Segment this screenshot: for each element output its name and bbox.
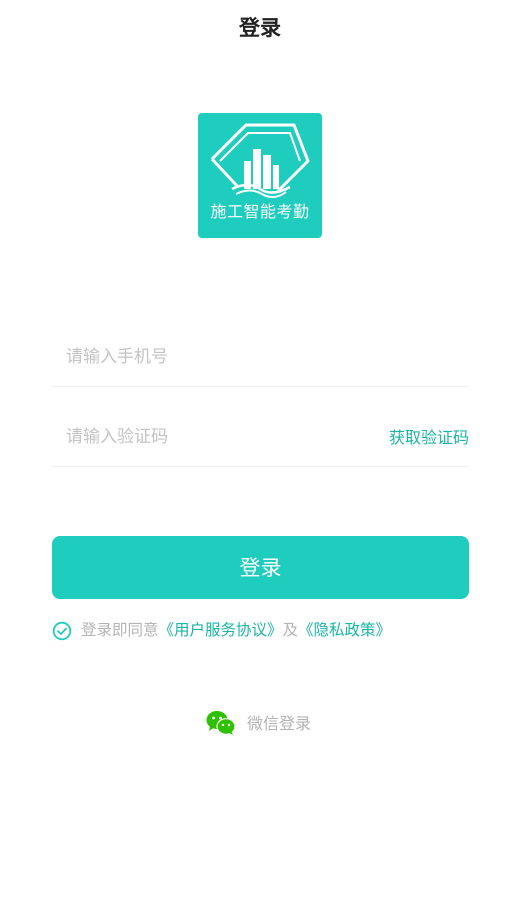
page-title: 登录 (239, 16, 281, 40)
logo-caption: 施工智能考勤 (210, 202, 310, 221)
wechat-login-button[interactable]: 微信登录 (206, 709, 326, 739)
check-circle-icon[interactable] (52, 621, 72, 641)
agreement-prefix: 登录即同意 (81, 621, 159, 639)
verification-code-field: 获取验证码 (52, 406, 469, 467)
get-code-button[interactable]: 获取验证码 (389, 426, 469, 450)
app-logo: 施工智能考勤 (198, 113, 322, 238)
agreement-row: 登录即同意《用户服务协议》及《隐私政策》 (52, 618, 472, 642)
phone-input[interactable] (66, 342, 366, 372)
wechat-icon (206, 711, 236, 735)
terms-link[interactable]: 《用户服务协议》 (159, 621, 283, 639)
phone-field (52, 326, 469, 387)
wechat-login-label: 微信登录 (247, 714, 312, 733)
login-button[interactable]: 登录 (52, 536, 469, 599)
agreement-conjunction: 及 (282, 621, 299, 639)
privacy-link[interactable]: 《隐私政策》 (298, 621, 391, 639)
verification-code-input[interactable] (66, 422, 366, 452)
